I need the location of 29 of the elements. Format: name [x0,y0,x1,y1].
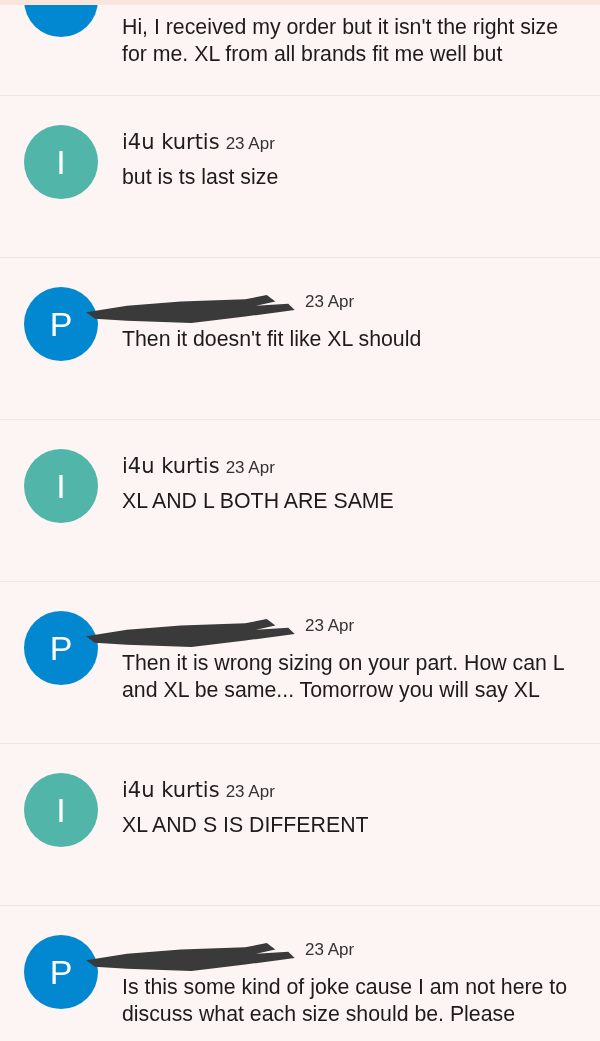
message-date: 23 Apr [305,616,355,636]
message-text: Is this some kind of joke cause I am not here to discuss what each size should be. Please [122,974,569,1028]
message-text: but is ts last size [122,164,280,191]
sender-name: i4u kurtis [122,130,220,154]
avatar: I [24,449,98,523]
message-row[interactable]: I i4u kurtis 23 Apr XL AND S IS DIFFERENT [0,744,600,906]
message-row[interactable]: P 23 Apr Then it is wrong sizing on your part. How can L and XL be same... Tomorrow you will say XL [0,582,600,744]
message-text: XL AND S IS DIFFERENT [122,812,370,839]
message-row[interactable]: I i4u kurtis 23 Apr XL AND L BOTH ARE SAME [0,420,600,582]
message-date: 23 Apr [225,782,275,802]
message-row[interactable]: Hi, I received my order but it isn't the right size for me. XL from all brands fit me well but [0,0,600,96]
message-date: 23 Apr [305,940,355,960]
sender-name: i4u kurtis [122,778,220,802]
message-date: 23 Apr [225,458,275,478]
message-row[interactable]: P 23 Apr Then it doesn't fit like XL should [0,258,600,420]
message-row[interactable]: I i4u kurtis 23 Apr but is ts last size [0,96,600,258]
message-text: XL AND L BOTH ARE SAME [122,488,395,515]
message-date: 23 Apr [225,134,275,154]
avatar: P [24,611,98,685]
message-date: 23 Apr [305,292,355,312]
avatar: I [24,125,98,199]
sender-name: i4u kurtis [122,454,220,478]
avatar: P [24,935,98,1009]
message-row[interactable]: P 23 Apr Is this some kind of joke cause I am not here to discuss what each size should be. Please [0,906,600,1041]
message-text: Hi, I received my order but it isn't the right size for me. XL from all brands fit me well but [122,14,560,68]
message-text: Then it is wrong sizing on your part. How can L and XL be same... Tomorrow you will say XL [122,650,565,704]
avatar: P [24,287,98,361]
message-text: Then it doesn't fit like XL should [122,326,423,353]
avatar: I [24,773,98,847]
